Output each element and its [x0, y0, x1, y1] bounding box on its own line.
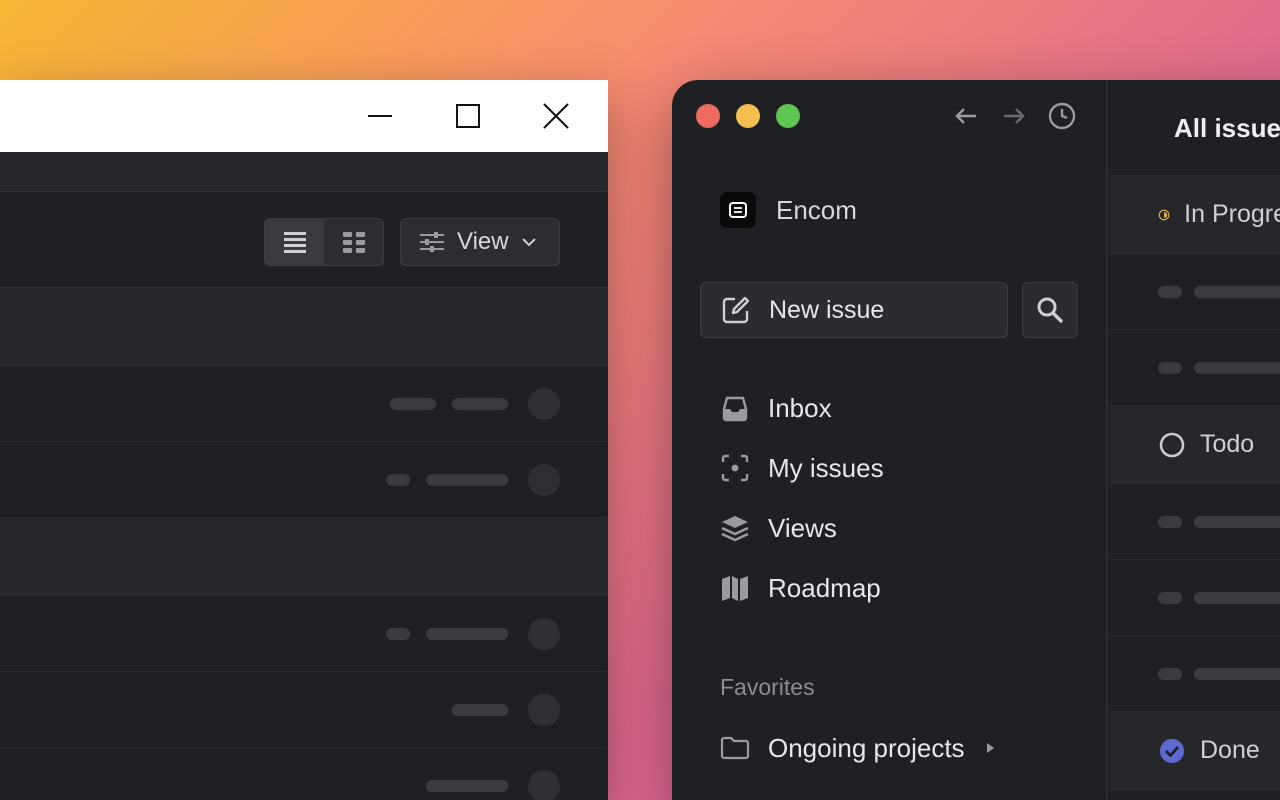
my-issues-icon — [720, 453, 750, 483]
workspace-logo — [720, 192, 756, 228]
minimize-icon — [368, 115, 392, 117]
maximize-button[interactable] — [424, 80, 512, 152]
compose-icon — [722, 296, 750, 324]
table-row[interactable] — [1110, 484, 1280, 560]
folder-icon — [720, 733, 750, 763]
grid-layout-button[interactable] — [324, 219, 383, 265]
avatar — [528, 464, 560, 496]
view-button-label: View — [457, 228, 509, 255]
traffic-close-button[interactable] — [696, 104, 720, 128]
done-status-icon — [1160, 738, 1184, 763]
issues-main-panel: All issues In Progress Todo Done — [1110, 80, 1280, 800]
table-row[interactable] — [1110, 330, 1280, 406]
right-app-window: Encom New issue Inbox My issues Views Ro… — [672, 80, 1280, 800]
table-row[interactable] — [1110, 560, 1280, 636]
avatar — [528, 770, 560, 800]
list-layout-button[interactable] — [265, 219, 324, 265]
sidebar-item-ongoing-projects[interactable]: Ongoing projects — [720, 728, 995, 768]
back-button[interactable] — [952, 102, 980, 130]
map-icon — [720, 573, 750, 603]
workspace-name: Encom — [776, 194, 857, 225]
inbox-icon — [720, 393, 750, 423]
view-options-button[interactable]: View — [400, 218, 560, 266]
in-progress-status-icon — [1158, 209, 1170, 220]
page-title: All issues — [1174, 113, 1280, 143]
list-view-icon — [283, 232, 306, 253]
favorites-heading: Favorites — [720, 674, 815, 700]
workspace-switcher[interactable]: Encom — [720, 192, 857, 228]
caret-right-icon — [986, 743, 994, 753]
table-row[interactable] — [0, 596, 608, 672]
new-issue-button[interactable]: New issue — [700, 282, 1008, 338]
table-row[interactable] — [0, 442, 608, 518]
table-row[interactable] — [0, 366, 608, 442]
group-header-todo[interactable]: Todo — [1110, 406, 1280, 484]
tab-strip — [0, 152, 608, 192]
group-header-done[interactable]: Done — [1110, 712, 1280, 790]
layout-toggle — [264, 218, 384, 266]
todo-status-icon — [1159, 432, 1185, 457]
search-icon — [1037, 297, 1063, 323]
sidebar-item-label: Views — [768, 512, 837, 543]
sidebar-item-my-issues[interactable]: My issues — [720, 448, 884, 488]
main-header: All issues — [1110, 80, 1280, 176]
close-button[interactable] — [512, 80, 600, 152]
sidebar-item-roadmap[interactable]: Roadmap — [720, 568, 881, 608]
chevron-down-icon — [521, 238, 536, 247]
group-header-in-progress[interactable]: In Progress — [1110, 176, 1280, 254]
grid-view-icon — [342, 232, 365, 253]
favorite-item-partial-icon — [722, 796, 746, 800]
avatar — [528, 388, 560, 420]
arrow-left-icon — [955, 108, 976, 124]
group-label: Done — [1200, 736, 1260, 764]
avatar — [528, 694, 560, 726]
maximize-icon — [456, 104, 480, 128]
forward-button[interactable] — [1000, 102, 1028, 130]
sidebar: Encom New issue Inbox My issues Views Ro… — [672, 80, 1108, 800]
sidebar-item-views[interactable]: Views — [720, 508, 837, 548]
avatar — [528, 618, 560, 650]
issues-toolbar: View — [0, 192, 608, 288]
table-row[interactable] — [1110, 254, 1280, 330]
clock-icon — [1048, 102, 1076, 130]
sidebar-item-label: My issues — [768, 452, 884, 483]
close-icon — [543, 103, 569, 129]
table-row[interactable] — [0, 672, 608, 748]
table-row[interactable] — [1110, 636, 1280, 712]
traffic-minimize-button[interactable] — [736, 104, 760, 128]
traffic-maximize-button[interactable] — [776, 104, 800, 128]
encom-logo-icon — [729, 202, 747, 218]
group-label: In Progress — [1184, 200, 1280, 228]
sidebar-item-inbox[interactable]: Inbox — [720, 388, 832, 428]
group-label: Todo — [1200, 430, 1255, 458]
layers-icon — [720, 513, 750, 543]
search-button[interactable] — [1022, 282, 1078, 338]
sliders-icon — [420, 232, 444, 252]
arrow-right-icon — [1004, 108, 1025, 124]
left-app-window: View — [0, 80, 608, 800]
group-header-row[interactable] — [0, 518, 608, 596]
sidebar-item-label: Roadmap — [768, 572, 881, 603]
minimize-button[interactable] — [336, 80, 424, 152]
history-button[interactable] — [1048, 102, 1076, 130]
window-titlebar — [0, 80, 608, 152]
new-issue-label: New issue — [769, 295, 885, 324]
sidebar-item-label: Inbox — [768, 392, 832, 423]
group-header-row[interactable] — [0, 288, 608, 366]
sidebar-item-label: Ongoing projects — [768, 732, 965, 763]
table-row[interactable] — [0, 748, 608, 800]
